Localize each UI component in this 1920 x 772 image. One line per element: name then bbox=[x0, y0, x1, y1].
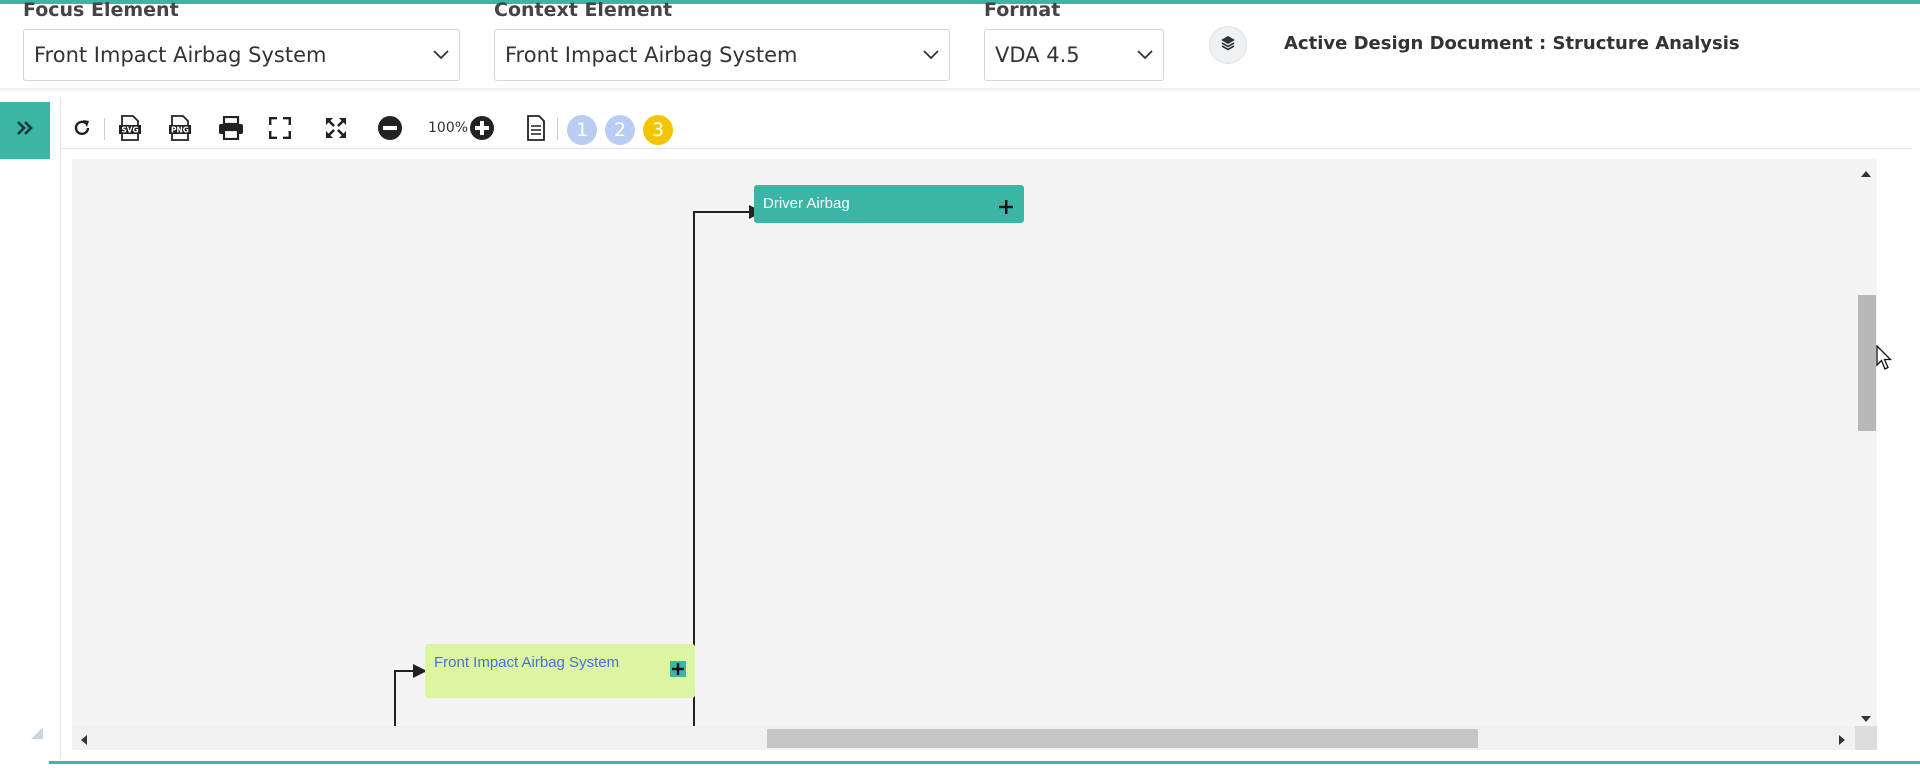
context-element-select[interactable]: Front Impact Airbag System bbox=[494, 29, 950, 81]
expand-node-icon[interactable] bbox=[996, 194, 1016, 214]
refresh-icon[interactable] bbox=[68, 114, 96, 142]
zoom-level: 100% bbox=[428, 120, 469, 136]
zoom-out-icon[interactable] bbox=[376, 114, 404, 142]
mouse-cursor-icon bbox=[1876, 344, 1893, 376]
active-design-document: Active Design Document : Structure Analy… bbox=[1284, 33, 1740, 54]
format-label: Format bbox=[984, 0, 1061, 21]
bottom-accent-line bbox=[49, 761, 1920, 764]
diagram-canvas[interactable]: Driver Airbag Front Impact Airbag System bbox=[72, 159, 1855, 726]
svg-text:PNG: PNG bbox=[171, 126, 189, 135]
horizontal-scrollbar[interactable] bbox=[72, 726, 1855, 750]
layers-icon bbox=[1220, 35, 1236, 56]
fit-icon[interactable] bbox=[322, 114, 350, 142]
chevron-down-icon bbox=[913, 30, 949, 80]
context-element-value: Front Impact Airbag System bbox=[505, 43, 798, 67]
diagram-node-front-impact-airbag-system[interactable]: Front Impact Airbag System bbox=[425, 644, 695, 698]
header-divider bbox=[0, 88, 1920, 94]
diagram-toolbar: SVG PNG 100% 1 2 3 bbox=[62, 104, 1912, 149]
svg-text:SVG: SVG bbox=[121, 126, 138, 135]
level-3-button[interactable]: 3 bbox=[643, 115, 673, 145]
level-2-button[interactable]: 2 bbox=[605, 115, 635, 145]
diagram-node-driver-airbag[interactable]: Driver Airbag bbox=[754, 185, 1024, 223]
png-export-icon[interactable]: PNG bbox=[166, 114, 194, 142]
focus-element-select[interactable]: Front Impact Airbag System bbox=[23, 29, 460, 81]
svg-export-icon[interactable]: SVG bbox=[116, 114, 144, 142]
level-1-button[interactable]: 1 bbox=[567, 115, 597, 145]
toolbar-separator bbox=[104, 118, 105, 140]
connector-lines bbox=[394, 205, 763, 726]
expand-node-icon[interactable] bbox=[669, 660, 687, 678]
fullscreen-icon[interactable] bbox=[266, 114, 294, 142]
context-element-label: Context Element bbox=[494, 0, 673, 21]
scroll-right-arrow-icon[interactable] bbox=[1838, 733, 1846, 751]
focus-element-value: Front Impact Airbag System bbox=[34, 43, 327, 67]
chevron-down-icon bbox=[1127, 30, 1163, 80]
panel-left-border bbox=[60, 98, 61, 758]
horizontal-scroll-thumb[interactable] bbox=[767, 729, 1478, 748]
top-accent-line bbox=[0, 0, 1920, 4]
expand-sidebar-button[interactable] bbox=[0, 102, 50, 159]
report-icon[interactable] bbox=[522, 114, 550, 142]
print-icon[interactable] bbox=[217, 114, 245, 142]
layers-button[interactable] bbox=[1209, 26, 1247, 64]
scroll-up-arrow-icon[interactable] bbox=[1860, 165, 1872, 183]
chevron-down-icon bbox=[423, 30, 459, 80]
node-label: Front Impact Airbag System bbox=[434, 654, 620, 671]
vertical-scroll-thumb[interactable] bbox=[1858, 295, 1876, 431]
double-chevron-right-icon bbox=[16, 120, 34, 141]
scroll-left-arrow-icon[interactable] bbox=[80, 733, 88, 751]
node-label: Driver Airbag bbox=[763, 195, 850, 212]
zoom-in-icon[interactable] bbox=[468, 114, 496, 142]
scrollbar-corner bbox=[1855, 726, 1877, 750]
focus-element-label: Focus Element bbox=[23, 0, 179, 21]
format-select[interactable]: VDA 4.5 bbox=[984, 29, 1164, 81]
toolbar-separator bbox=[557, 118, 558, 140]
resize-handle-icon[interactable] bbox=[30, 726, 44, 745]
format-value: VDA 4.5 bbox=[995, 43, 1080, 67]
vertical-scrollbar[interactable] bbox=[1855, 159, 1877, 726]
